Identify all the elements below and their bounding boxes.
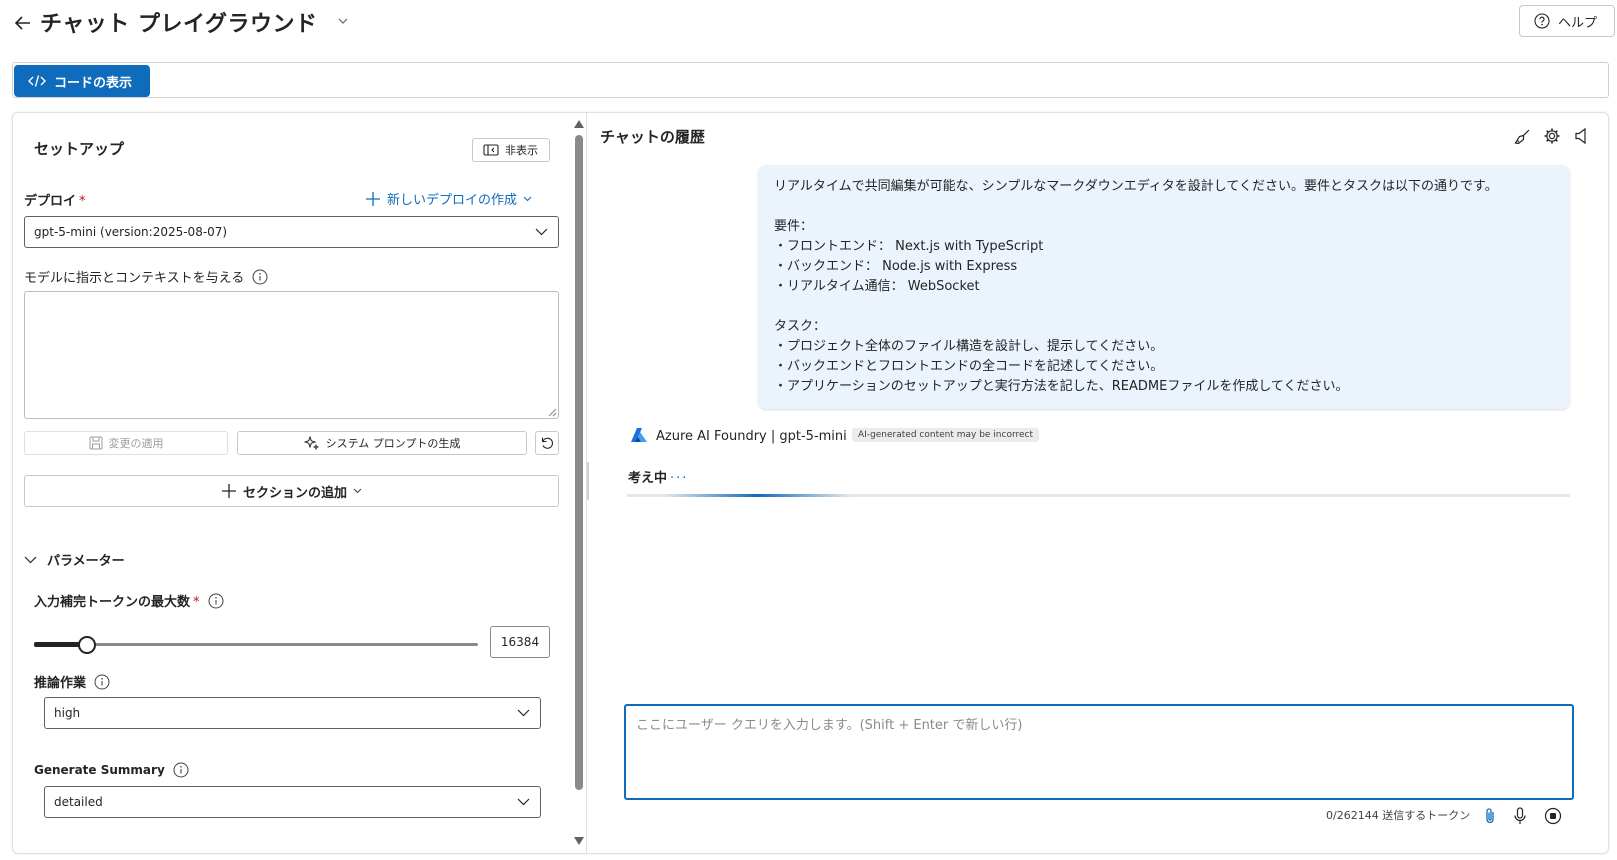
- user-message: リアルタイムで共同編集が可能な、シンプルなマークダウンエディタを設計してください…: [758, 165, 1570, 409]
- reasoning-select[interactable]: high: [44, 697, 541, 729]
- reasoning-label: 推論作業: [34, 672, 110, 691]
- toolbar: [12, 62, 1609, 98]
- deployment-value: gpt-5-mini (version:2025-08-07): [34, 225, 228, 239]
- chevron-down-icon[interactable]: [338, 17, 348, 25]
- attach-icon[interactable]: [1483, 807, 1497, 825]
- required-mark: *: [193, 595, 200, 610]
- speaker-icon[interactable]: [1573, 127, 1591, 145]
- chat-history-title: チャットの履歴: [600, 128, 705, 146]
- max-tokens-input[interactable]: 16384: [490, 626, 550, 658]
- sparkle-icon: [303, 435, 320, 451]
- new-deploy-label: 新しいデプロイの作成: [387, 193, 518, 208]
- info-icon[interactable]: [208, 593, 224, 609]
- view-code-label: コードの表示: [54, 75, 133, 91]
- back-arrow-icon[interactable]: [12, 12, 34, 34]
- deployment-select[interactable]: gpt-5-mini (version:2025-08-07): [24, 216, 559, 248]
- thinking-progress-bar: [665, 494, 850, 497]
- view-code-button[interactable]: コードの表示: [14, 65, 150, 97]
- broom-icon[interactable]: [1513, 128, 1531, 146]
- save-icon: [89, 436, 103, 450]
- apply-changes-label: 変更の適用: [108, 437, 164, 450]
- assistant-name: Azure AI Foundry | gpt-5-mini: [656, 429, 847, 444]
- chevron-down-icon: [353, 488, 362, 494]
- setup-title: セットアップ: [34, 140, 125, 158]
- help-label: ヘルプ: [1558, 15, 1598, 31]
- help-icon: [1534, 13, 1550, 29]
- panel-hide-icon: [483, 144, 499, 156]
- mic-icon[interactable]: [1513, 807, 1527, 825]
- ai-disclaimer-badge: AI-generated content may be incorrect: [852, 428, 1040, 442]
- parameters-toggle[interactable]: パラメーター: [24, 550, 125, 569]
- info-icon[interactable]: [173, 762, 189, 778]
- new-deploy-link[interactable]: 新しいデプロイの作成: [365, 189, 532, 208]
- summary-label: Generate Summary: [34, 762, 189, 778]
- chevron-down-icon: [517, 798, 530, 806]
- max-tokens-slider-track[interactable]: [34, 643, 478, 646]
- setup-scrollbar[interactable]: [575, 135, 583, 790]
- chevron-down-icon: [523, 196, 532, 202]
- generate-prompt-label: システム プロンプトの生成: [325, 437, 461, 450]
- page-title: チャット プレイグラウンド: [40, 12, 318, 37]
- stop-icon[interactable]: [1544, 807, 1562, 825]
- scroll-up-icon[interactable]: [573, 119, 585, 129]
- instructions-label: モデルに指示とコンテキストを与える: [24, 267, 268, 286]
- plus-icon: [365, 191, 381, 207]
- apply-changes-button[interactable]: 変更の適用: [24, 431, 228, 455]
- parameters-title: パラメーター: [47, 554, 125, 569]
- azure-logo-icon: [630, 427, 648, 443]
- add-section-button[interactable]: セクションの追加: [24, 475, 559, 507]
- chat-input[interactable]: ここにユーザー クエリを入力します。(Shift + Enter で新しい行): [624, 704, 1574, 800]
- instructions-textarea[interactable]: [24, 291, 559, 419]
- gear-icon[interactable]: [1543, 127, 1561, 145]
- reset-button[interactable]: [535, 431, 559, 455]
- split-handle[interactable]: [587, 462, 589, 500]
- add-section-label: セクションの追加: [242, 485, 347, 501]
- info-icon[interactable]: [252, 269, 268, 285]
- required-mark: *: [79, 194, 86, 209]
- chevron-down-icon: [535, 228, 548, 236]
- deploy-label: デプロイ *: [24, 194, 86, 209]
- reset-icon: [540, 436, 554, 450]
- code-icon: [28, 74, 46, 88]
- chevron-down-icon: [517, 709, 530, 717]
- hide-label: 非表示: [505, 144, 538, 157]
- scroll-down-icon[interactable]: [573, 836, 585, 846]
- resize-grip-icon[interactable]: [548, 408, 557, 417]
- help-button[interactable]: ヘルプ: [1519, 5, 1615, 37]
- thinking-dots: ...: [670, 467, 689, 482]
- token-counter: 0/262144 送信するトークン: [1326, 809, 1471, 822]
- hide-setup-button[interactable]: 非表示: [472, 138, 550, 162]
- plus-icon: [221, 483, 237, 499]
- generate-prompt-button[interactable]: システム プロンプトの生成: [237, 431, 527, 455]
- summary-value: detailed: [54, 795, 103, 809]
- reasoning-value: high: [54, 706, 81, 720]
- info-icon[interactable]: [94, 674, 110, 690]
- summary-select[interactable]: detailed: [44, 786, 541, 818]
- thinking-label: 考え中: [628, 471, 668, 486]
- chevron-down-icon: [24, 556, 37, 564]
- max-tokens-label: 入力補完トークンの最大数 *: [34, 591, 224, 610]
